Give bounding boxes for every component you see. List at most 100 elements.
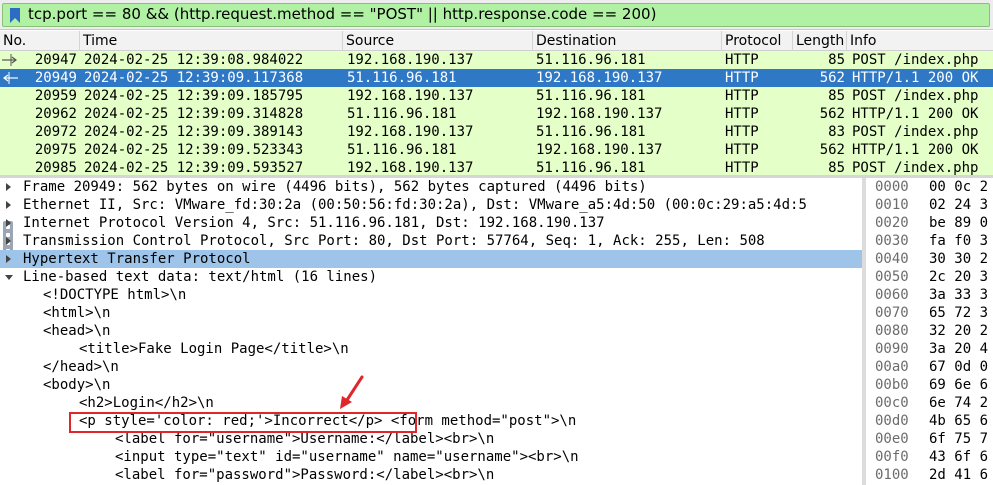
detail-tree-item[interactable]: <head>\n (0, 322, 862, 340)
column-header-time[interactable]: Time (80, 31, 343, 51)
bytes-offset: 00c0 (875, 395, 909, 411)
response-arrow-icon (3, 72, 18, 84)
detail-tree-item-text: Hypertext Transfer Protocol (23, 251, 251, 267)
packet-list-header: No. Time Source Destination Protocol Len… (0, 31, 993, 51)
detail-tree-item[interactable]: <html>\n (0, 304, 862, 322)
bytes-row[interactable]: 0030 fa f0 3 (866, 232, 993, 250)
packet-row[interactable]: 20947 2024-02-25 12:39:08.984022 192.168.1… (0, 51, 993, 69)
bytes-row[interactable]: 0090 3a 20 4 (866, 340, 993, 358)
bytes-row[interactable]: 0050 2c 20 3 (866, 268, 993, 286)
bytes-row[interactable]: 0020 be 89 0 (866, 214, 993, 232)
request-arrow-icon (2, 54, 17, 66)
detail-tree-item[interactable]: <input type="text" id="username" name="u… (0, 448, 862, 466)
bytes-row[interactable]: 0000 00 0c 2 (866, 178, 993, 196)
detail-tree-item-text: Frame 20949: 562 bytes on wire (4496 bit… (23, 179, 647, 195)
column-header-length[interactable]: Length (793, 31, 847, 51)
packet-row[interactable]: 20985 2024-02-25 12:39:09.593527 192.168.1… (0, 159, 993, 175)
bytes-offset: 0020 (875, 215, 909, 231)
bytes-row[interactable]: 00a0 67 0d 0 (866, 358, 993, 376)
packet-row[interactable]: 20975 2024-02-25 12:39:09.523343 51.116.96… (0, 141, 993, 159)
bytes-offset: 0050 (875, 269, 909, 285)
collapsed-arrow-icon[interactable] (6, 183, 11, 191)
cell-source: 51.116.96.181 (347, 70, 457, 86)
detail-tree-item-text: <html>\n (43, 305, 111, 321)
collapsed-arrow-icon[interactable] (6, 237, 11, 245)
detail-tree-item[interactable]: Line-based text data: text/html (16 line… (0, 268, 862, 286)
column-header-no[interactable]: No. (0, 31, 80, 51)
detail-tree-item[interactable]: Hypertext Transfer Protocol (0, 250, 862, 268)
bytes-offset: 00e0 (875, 431, 909, 447)
cell-time: 2024-02-25 12:39:09.593527 (84, 160, 304, 175)
bytes-row[interactable]: 0070 65 72 3 (866, 304, 993, 322)
cell-destination: 51.116.96.181 (536, 52, 646, 68)
bytes-hex: 69 6e 6 (929, 377, 989, 393)
detail-tree-item[interactable]: <body>\n (0, 376, 862, 394)
bytes-row[interactable]: 0100 2d 41 6 (866, 466, 993, 484)
bytes-offset: 0100 (875, 467, 909, 483)
bytes-row[interactable]: 0080 32 20 2 (866, 322, 993, 340)
bytes-row[interactable]: 0060 3a 33 3 (866, 286, 993, 304)
display-filter-input[interactable]: tcp.port == 80 && (http.request.method =… (2, 3, 990, 27)
cell-time: 2024-02-25 12:39:09.314828 (84, 106, 304, 122)
cell-time: 2024-02-25 12:39:09.117368 (84, 70, 304, 86)
column-header-protocol[interactable]: Protocol (722, 31, 793, 51)
detail-tree-item[interactable]: Internet Protocol Version 4, Src: 51.116… (0, 214, 862, 232)
cell-protocol: HTTP (725, 106, 759, 122)
cell-no: 20959 (34, 88, 77, 104)
collapsed-arrow-icon[interactable] (6, 219, 11, 227)
detail-tree-item[interactable]: Ethernet II, Src: VMware_fd:30:2a (00:50… (0, 196, 862, 214)
bytes-row[interactable]: 00f0 43 6f 6 (866, 448, 993, 466)
bytes-offset: 0090 (875, 341, 909, 357)
detail-tree-item[interactable]: <label for="password">Password:</label><… (0, 466, 862, 484)
packet-row[interactable]: 20959 2024-02-25 12:39:09.185795 192.168.1… (0, 87, 993, 105)
bytes-hex: 3a 33 3 (929, 287, 989, 303)
cell-protocol: HTTP (725, 142, 759, 158)
bytes-hex: 30 30 2 (929, 251, 989, 267)
packet-row[interactable]: 20949 2024-02-25 12:39:09.117368 51.116.96… (0, 69, 993, 87)
bytes-offset: 0060 (875, 287, 909, 303)
column-header-source[interactable]: Source (343, 31, 533, 51)
cell-destination: 192.168.190.137 (536, 106, 663, 122)
cell-time: 2024-02-25 12:39:09.185795 (84, 88, 304, 104)
packet-details-pane: Frame 20949: 562 bytes on wire (4496 bit… (0, 178, 862, 485)
cell-destination: 192.168.190.137 (536, 142, 663, 158)
bookmark-icon[interactable] (9, 8, 21, 23)
cell-info: POST /index.php (852, 52, 979, 68)
bytes-row[interactable]: 0010 02 24 3 (866, 196, 993, 214)
detail-tree-item[interactable]: Transmission Control Protocol, Src Port:… (0, 232, 862, 250)
column-header-destination[interactable]: Destination (533, 31, 722, 51)
bytes-row[interactable]: 00d0 4b 65 6 (866, 412, 993, 430)
bytes-row[interactable]: 0040 30 30 2 (866, 250, 993, 268)
bytes-row[interactable]: 00e0 6f 75 7 (866, 430, 993, 448)
detail-tree-item[interactable]: <h2>Login</h2>\n (0, 394, 862, 412)
cell-destination: 51.116.96.181 (536, 160, 646, 175)
bytes-row[interactable]: 00c0 6e 74 2 (866, 394, 993, 412)
expanded-arrow-icon[interactable] (5, 275, 13, 280)
bytes-hex: be 89 0 (929, 215, 989, 231)
detail-tree-item-text: <!DOCTYPE html>\n (43, 287, 187, 303)
cell-protocol: HTTP (725, 124, 759, 140)
cell-time: 2024-02-25 12:39:08.984022 (84, 52, 304, 68)
bytes-offset: 00a0 (875, 359, 909, 375)
detail-tree-item[interactable]: <!DOCTYPE html>\n (0, 286, 862, 304)
display-filter-text: tcp.port == 80 && (http.request.method =… (28, 5, 657, 23)
detail-tree-item[interactable]: <title>Fake Login Page</title>\n (0, 340, 862, 358)
highlight-box (69, 412, 417, 433)
display-filter-toolbar: tcp.port == 80 && (http.request.method =… (0, 0, 993, 30)
packet-row[interactable]: 20972 2024-02-25 12:39:09.389143 192.168.1… (0, 123, 993, 141)
packet-row[interactable]: 20962 2024-02-25 12:39:09.314828 51.116.96… (0, 105, 993, 123)
bytes-row[interactable]: 00b0 69 6e 6 (866, 376, 993, 394)
bytes-offset: 00f0 (875, 449, 909, 465)
bytes-offset: 00b0 (875, 377, 909, 393)
bytes-hex: 2d 41 6 (929, 467, 989, 483)
collapsed-arrow-icon[interactable] (6, 201, 11, 209)
detail-tree-item[interactable]: </head>\n (0, 358, 862, 376)
cell-destination: 192.168.190.137 (536, 70, 663, 86)
cell-info: HTTP/1.1 200 OK (852, 70, 979, 86)
packet-list-pane: No. Time Source Destination Protocol Len… (0, 31, 993, 175)
detail-tree-item-text: Line-based text data: text/html (16 line… (23, 269, 378, 285)
cell-length: 85 (828, 88, 845, 104)
column-header-info[interactable]: Info (847, 31, 993, 51)
collapsed-arrow-icon[interactable] (6, 255, 11, 263)
detail-tree-item[interactable]: Frame 20949: 562 bytes on wire (4496 bit… (0, 178, 862, 196)
